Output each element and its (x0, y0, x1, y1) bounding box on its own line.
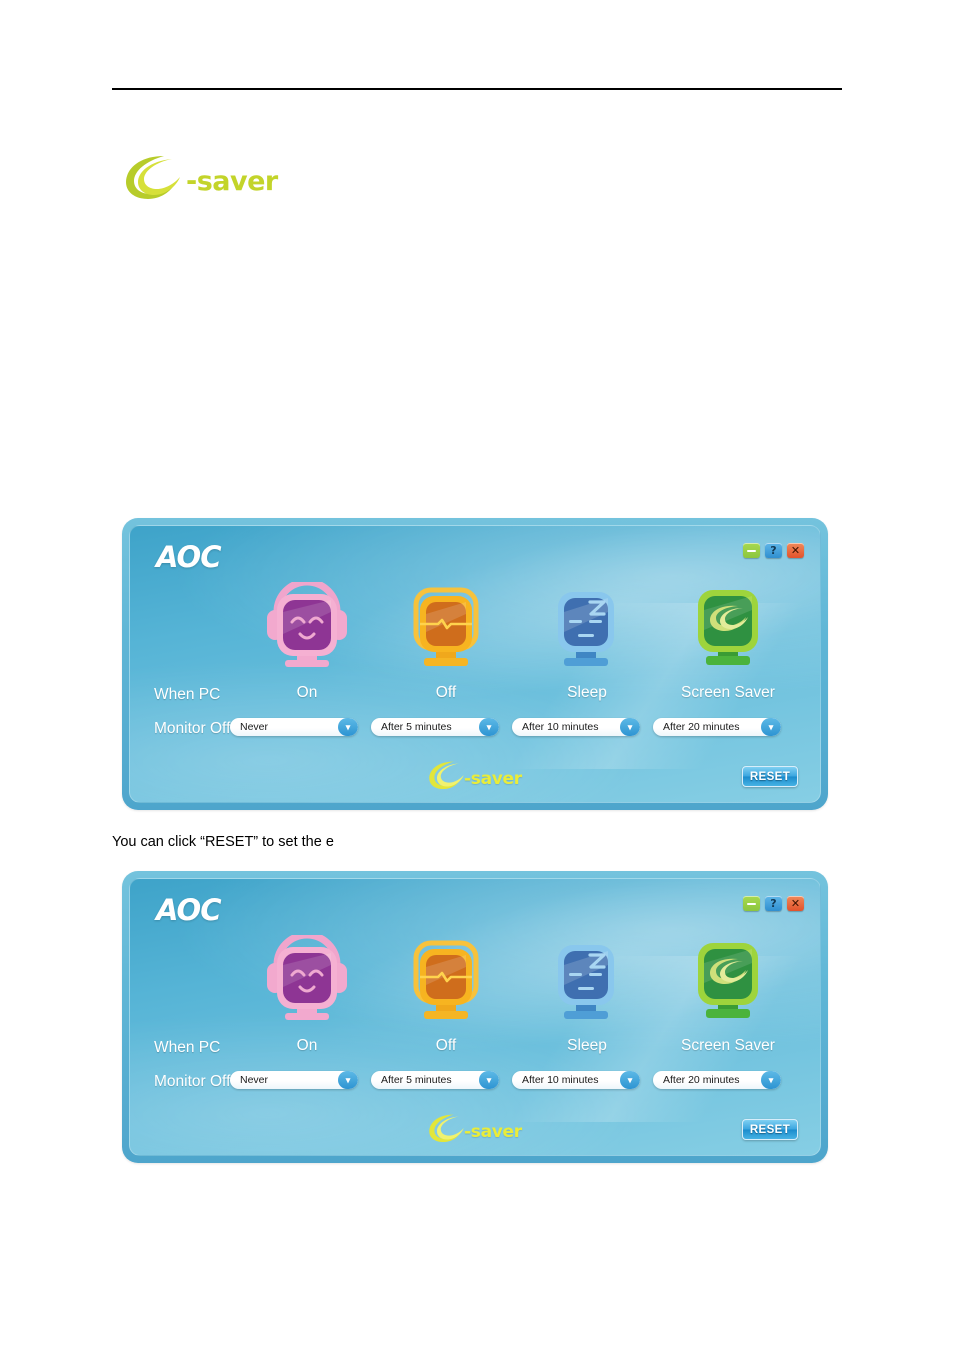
help-button[interactable]: ? (765, 896, 782, 911)
monitor-icon-off[interactable] (386, 935, 506, 1032)
chevron-down-icon: ▾ (761, 718, 781, 736)
monitor-icon-screen-saver[interactable] (668, 582, 788, 679)
timeout-select-sleep-value: After 10 minutes (522, 721, 599, 733)
timeout-select-screen-saver-value: After 20 minutes (663, 1074, 740, 1086)
monitor-icon-on[interactable] (247, 578, 367, 679)
chevron-down-icon: ▾ (338, 1071, 358, 1089)
chevron-down-icon: ▾ (620, 718, 640, 736)
timeout-select-sleep[interactable]: After 10 minutes ▾ (512, 718, 640, 736)
chevron-down-icon: ▾ (620, 1071, 640, 1089)
window-controls: ? ✕ (743, 543, 804, 558)
timeout-select-off-value: After 5 minutes (381, 1074, 452, 1086)
monitor-icon-sleep[interactable] (526, 935, 646, 1032)
reset-button[interactable]: RESET (742, 766, 798, 787)
window-footer-esaver-word: -saver (464, 769, 522, 789)
timeout-selects-row: Monitor Off Never ▾ After 5 minutes ▾ Af… (130, 718, 820, 740)
minimize-button[interactable] (743, 896, 760, 911)
state-label-on: On (296, 1037, 318, 1054)
timeout-select-screen-saver[interactable]: After 20 minutes ▾ (653, 1071, 781, 1089)
monitor-headphones-happy-icon (267, 578, 347, 667)
monitor-flatline-icon (413, 940, 479, 1019)
minimize-button[interactable] (743, 543, 760, 558)
window-footer-esaver-logo: -saver (428, 1111, 558, 1151)
monitor-flatline-icon (413, 587, 479, 666)
chevron-down-icon: ▾ (338, 718, 358, 736)
timeout-select-screen-saver[interactable]: After 20 minutes ▾ (653, 718, 781, 736)
monitor-headphones-happy-icon (267, 931, 347, 1020)
label-monitor-off: Monitor Off (154, 1073, 231, 1090)
window-footer-esaver-logo: -saver (428, 758, 558, 798)
state-label-on: On (296, 684, 318, 701)
window-controls: ? ✕ (743, 896, 804, 911)
timeout-selects-row: Monitor Off Never ▾ After 5 minutes ▾ Af… (130, 1071, 820, 1093)
timeout-select-off[interactable]: After 5 minutes ▾ (371, 718, 499, 736)
monitor-sleeping-z-icon (558, 592, 614, 666)
label-monitor-off: Monitor Off (154, 720, 231, 737)
close-button[interactable]: ✕ (787, 896, 804, 911)
monitor-sleeping-z-icon (558, 945, 614, 1019)
state-label-screen-saver: Screen Saver (681, 684, 775, 701)
timeout-select-screen-saver-value: After 20 minutes (663, 721, 740, 733)
timeout-select-sleep-value: After 10 minutes (522, 1074, 599, 1086)
monitor-icon-row (130, 578, 820, 679)
timeout-select-off-value: After 5 minutes (381, 721, 452, 733)
esaver-brand-word: -saver (186, 166, 278, 197)
state-label-off: Off (435, 1037, 457, 1054)
aoc-logo: AOC (156, 893, 221, 927)
monitor-icon-off[interactable] (386, 582, 506, 679)
label-when-pc: When PC (154, 1039, 221, 1056)
monitor-icon-screen-saver[interactable] (668, 935, 788, 1032)
monitor-esaver-swoosh-icon (698, 943, 758, 1018)
monitor-icon-sleep[interactable] (526, 582, 646, 679)
chevron-down-icon: ▾ (761, 1071, 781, 1089)
chevron-down-icon: ▾ (479, 1071, 499, 1089)
reset-caption: You can click “RESET” to set the e (112, 834, 334, 850)
monitor-esaver-swoosh-icon (698, 590, 758, 665)
timeout-select-on[interactable]: Never ▾ (230, 1071, 358, 1089)
state-labels-row: When PC On Off Sleep Screen Saver (130, 1037, 820, 1063)
state-labels-row: When PC On Off Sleep Screen Saver (130, 684, 820, 710)
esaver-app-window-top: AOC ? ✕ When PC On Off Sleep Screen Save… (122, 518, 828, 810)
monitor-icon-on[interactable] (247, 931, 367, 1032)
page-header-rule (112, 88, 842, 90)
state-label-sleep: Sleep (567, 1037, 607, 1054)
timeout-select-sleep[interactable]: After 10 minutes ▾ (512, 1071, 640, 1089)
chevron-down-icon: ▾ (479, 718, 499, 736)
esaver-brand-logo: -saver (124, 152, 354, 204)
state-label-off: Off (435, 684, 457, 701)
close-button[interactable]: ✕ (787, 543, 804, 558)
label-when-pc: When PC (154, 686, 221, 703)
monitor-icon-row (130, 931, 820, 1032)
timeout-select-on[interactable]: Never ▾ (230, 718, 358, 736)
timeout-select-off[interactable]: After 5 minutes ▾ (371, 1071, 499, 1089)
timeout-select-on-value: Never (240, 1074, 269, 1086)
reset-button[interactable]: RESET (742, 1119, 798, 1140)
timeout-select-on-value: Never (240, 721, 269, 733)
state-label-sleep: Sleep (567, 684, 607, 701)
window-footer-esaver-word: -saver (464, 1122, 522, 1142)
help-button[interactable]: ? (765, 543, 782, 558)
state-label-screen-saver: Screen Saver (681, 1037, 775, 1054)
aoc-logo: AOC (156, 540, 221, 574)
esaver-app-window-bottom: AOC ? ✕ When PC On Off Sleep Screen Save… (122, 871, 828, 1163)
